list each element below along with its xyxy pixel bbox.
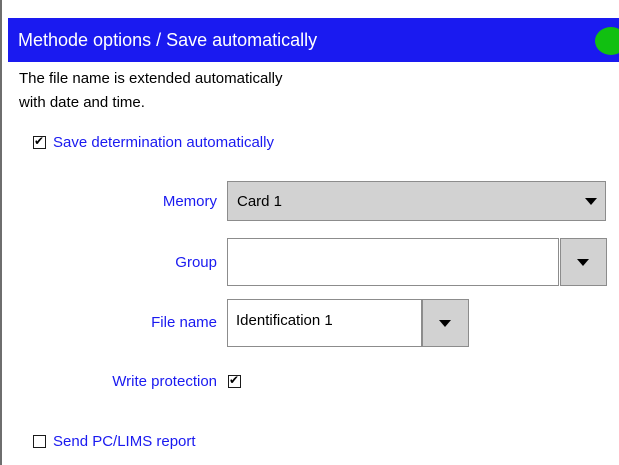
save-determination-checkbox[interactable]: ✔ Save determination automatically [33,134,274,151]
write-protection-checkbox[interactable]: ✔ [228,373,248,388]
checkmark-icon: ✔ [34,134,45,148]
checkmark-icon: ✔ [229,373,240,387]
checkbox-icon: ✔ [228,373,241,388]
dialog-window: Methode options / Save automatically The… [0,0,619,465]
send-report-checkbox[interactable]: Send PC/LIMS report [33,433,196,450]
group-dropdown-button[interactable] [560,238,607,286]
chevron-down-icon [585,198,597,205]
info-line-2: with date and time. [19,94,145,111]
group-input[interactable] [227,238,559,286]
file-name-value: Identification 1 [236,312,333,329]
window-border [0,0,2,465]
chevron-down-icon [439,320,451,327]
info-text: The file name is extended automatically … [19,67,282,115]
memory-select[interactable]: Card 1 [227,181,606,221]
file-name-label: File name [151,314,217,331]
title-bar: Methode options / Save automatically [8,18,619,62]
file-name-dropdown-button[interactable] [422,299,469,347]
checkbox-icon: ✔ [33,134,46,149]
send-report-label: Send PC/LIMS report [53,433,196,450]
memory-label: Memory [162,193,217,210]
window-title: Methode options / Save automatically [18,30,318,50]
group-label: Group [175,254,217,271]
info-line-1: The file name is extended automatically [19,70,283,87]
memory-value: Card 1 [237,193,283,210]
write-protection-label: Write protection [112,373,217,390]
checkbox-icon [33,435,46,448]
chevron-down-icon [577,259,589,266]
file-name-input[interactable]: Identification 1 [227,299,422,347]
status-indicator-icon [595,27,619,55]
save-determination-label: Save determination automatically [53,134,274,151]
